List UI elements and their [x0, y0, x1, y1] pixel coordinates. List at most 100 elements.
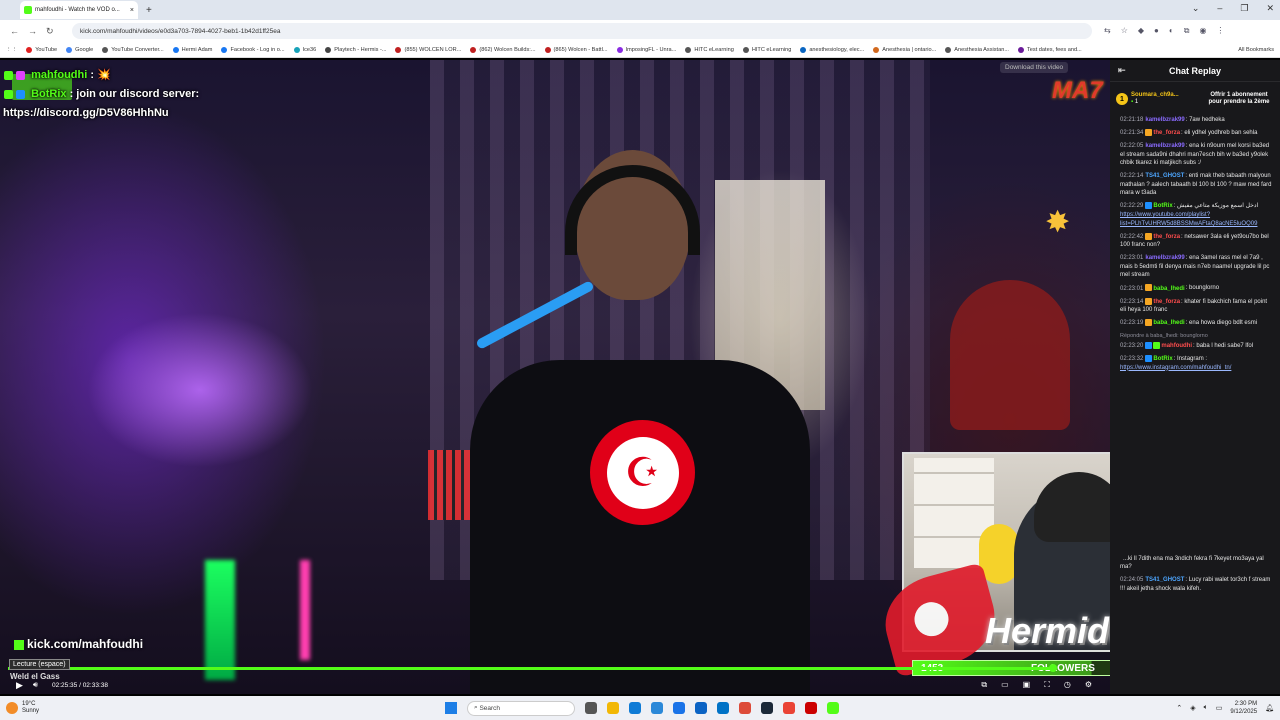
message-text: : Instagram : — [1173, 355, 1208, 362]
theater-icon[interactable]: ▭ — [1001, 680, 1009, 690]
bookmark-item[interactable]: Facebook - Log in o... — [221, 46, 285, 53]
chevron-up-icon[interactable]: ⌃ — [1176, 704, 1182, 712]
chrome-icon[interactable] — [739, 702, 751, 714]
file-explorer-icon[interactable] — [607, 702, 619, 714]
bookmark-item[interactable]: Hermi Adam — [172, 46, 212, 53]
message-link[interactable]: https://www.instagram.com/mahfoudhi_tn/ — [1120, 365, 1231, 371]
progress-bar[interactable] — [8, 667, 1053, 670]
task-view-icon[interactable] — [585, 702, 597, 714]
message-user[interactable]: kamelbzrak99 — [1145, 117, 1184, 123]
reload-icon[interactable]: ↻ — [46, 26, 54, 37]
gift-sub-button[interactable]: Offrir 1 abonnement pour prendre la 2ème — [1204, 92, 1274, 106]
new-tab-button[interactable]: + — [146, 5, 152, 16]
settings-icon[interactable]: ⚙ — [1085, 680, 1092, 690]
message-text: : baba l hedi sabe7 lfol — [1193, 342, 1254, 349]
bookmark-item[interactable]: Anesthesia | ontario... — [873, 46, 936, 53]
message-user[interactable]: baba_lhedi — [1153, 320, 1184, 326]
bookmark-item[interactable]: Test dates, fees and... — [1018, 46, 1082, 53]
bookmark-favicon-icon — [395, 46, 402, 53]
extension-icon[interactable]: ● — [1154, 26, 1159, 36]
bookmark-item[interactable]: HITC eLearning — [685, 46, 734, 53]
video-player[interactable]: ☪ 60 mahfoudhi : 💥 BotRix : join our dis… — [0, 60, 1110, 694]
extension-icon[interactable]: ◐ — [1169, 26, 1174, 36]
play-icon[interactable]: ▶ — [16, 680, 23, 691]
bookmark-item[interactable]: YouTube — [26, 46, 57, 53]
volume-icon[interactable]: 🔊︎ — [33, 680, 38, 690]
miniplayer-icon[interactable]: ▣ — [1023, 680, 1031, 690]
message-user[interactable]: TS41_GHOST — [1145, 577, 1184, 583]
bookmark-item[interactable]: Playtech - Hermis -... — [325, 46, 386, 53]
bookmark-item[interactable]: (862) Wolcen Builds:... — [470, 46, 536, 53]
gift-sub-label: Offrir 1 abonnement pour prendre la 2ème — [1208, 92, 1270, 105]
minimize-button[interactable]: – — [1217, 3, 1222, 14]
extension-icon[interactable]: ⧉ — [1184, 26, 1190, 36]
weather-widget[interactable]: 19°C Sunny — [0, 701, 39, 715]
clip-icon[interactable]: ⧉ — [981, 680, 987, 690]
message-link[interactable]: https://www.youtube.com/playlist?list=PL… — [1120, 212, 1257, 227]
notification-icon[interactable]: 🔔︎ — [1265, 704, 1274, 712]
message-user[interactable]: the_forza — [1153, 299, 1180, 305]
bookmark-label: (855) WOLCEN LOR... — [404, 46, 462, 53]
bookmark-item[interactable]: (865) Wolcen - Battl... — [544, 46, 608, 53]
bookmark-item[interactable]: YouTube Converter... — [102, 46, 164, 53]
message-user[interactable]: baba_lhedi — [1153, 286, 1184, 292]
bookmark-favicon-icon — [616, 46, 623, 53]
star-icon[interactable]: ☆ — [1121, 26, 1128, 36]
app-icon[interactable] — [673, 702, 685, 714]
overlay-link: https://discord.gg/D5V86HhhNu — [3, 107, 169, 119]
tab-close-icon[interactable]: × — [130, 7, 134, 14]
translate-icon[interactable]: ⇆ — [1104, 26, 1111, 36]
message-user[interactable]: kamelbzrak99 — [1145, 143, 1184, 149]
bookmark-item[interactable]: Google — [66, 46, 93, 53]
app-icon[interactable] — [695, 702, 707, 714]
bookmark-label: Test dates, fees and... — [1027, 46, 1082, 53]
menu-icon[interactable]: ⋮ — [1216, 26, 1224, 36]
bookmark-item[interactable]: Ice36 — [293, 46, 316, 53]
profile-icon[interactable]: ◉ — [1199, 26, 1206, 36]
collapse-chat-icon[interactable]: ⇤ — [1118, 65, 1126, 76]
browser-tab[interactable]: mahfoudhi - Watch the VOD o... × — [20, 1, 138, 19]
speed-icon[interactable]: ◷ — [1064, 680, 1071, 690]
message-user[interactable]: kamelbzrak99 — [1145, 255, 1184, 261]
bookmark-item[interactable]: Anesthesia Assistan... — [945, 46, 1009, 53]
message-user[interactable]: TS41_GHOST — [1145, 173, 1184, 179]
kick-app-icon[interactable] — [827, 702, 839, 714]
app-icon[interactable] — [805, 702, 817, 714]
store-icon[interactable] — [651, 702, 663, 714]
download-video-button[interactable]: Download this video — [1000, 62, 1069, 73]
steam-icon[interactable] — [761, 702, 773, 714]
chat-message: 02:21:18 kamelbzrak99: 7aw hedheka — [1120, 116, 1274, 125]
extension-icon[interactable]: ◆ — [1138, 26, 1144, 36]
message-user[interactable]: mahfoudhi — [1161, 343, 1192, 349]
bookmark-item[interactable]: HITC eLearning — [742, 46, 791, 53]
app-icon[interactable] — [783, 702, 795, 714]
address-bar-row: ← → ↻ kick.com/mahfoudhi/videos/e0d3a703… — [0, 20, 1280, 42]
message-user[interactable]: the_forza — [1153, 130, 1180, 136]
bookmark-item[interactable]: ImposingFL - Unra... — [616, 46, 676, 53]
windows-start-icon[interactable] — [445, 702, 457, 714]
apps-icon[interactable]: ⋮⋮ — [6, 47, 17, 53]
forward-icon[interactable]: → — [28, 26, 37, 37]
bookmark-item[interactable]: (855) WOLCEN LOR... — [395, 46, 462, 53]
battery-icon[interactable]: ▭ — [1216, 704, 1223, 712]
network-icon[interactable]: ◈ — [1190, 704, 1195, 712]
close-window-button[interactable]: ✕ — [1266, 3, 1274, 14]
clock[interactable]: 2:30 PM 9/12/2025 — [1230, 700, 1257, 716]
taskbar-search[interactable]: ⌕ Search — [467, 700, 575, 716]
message-user[interactable]: the_forza — [1153, 234, 1180, 240]
outlook-icon[interactable] — [717, 702, 729, 714]
maximize-button[interactable]: ❐ — [1240, 3, 1248, 14]
bookmark-item[interactable]: anesthesiology, elec... — [800, 46, 864, 53]
back-icon[interactable]: ← — [10, 26, 19, 37]
tab-search-icon[interactable]: ⌄ — [1192, 3, 1200, 14]
url-input[interactable]: kick.com/mahfoudhi/videos/e0d3a703-7894-… — [72, 23, 1092, 39]
leader-count: 1 — [1134, 99, 1139, 105]
edge-icon[interactable] — [629, 702, 641, 714]
message-user[interactable]: BotRix — [1153, 356, 1172, 362]
message-user[interactable]: BotRix — [1153, 203, 1172, 209]
progress-knob[interactable] — [1049, 664, 1057, 672]
volume-tray-icon[interactable]: 🔈︎ — [1204, 704, 1208, 712]
fullscreen-icon[interactable]: ⛶ — [1044, 680, 1050, 690]
all-bookmarks-link[interactable]: All Bookmarks — [1238, 47, 1274, 53]
message-time: 02:21:18 — [1120, 117, 1144, 123]
